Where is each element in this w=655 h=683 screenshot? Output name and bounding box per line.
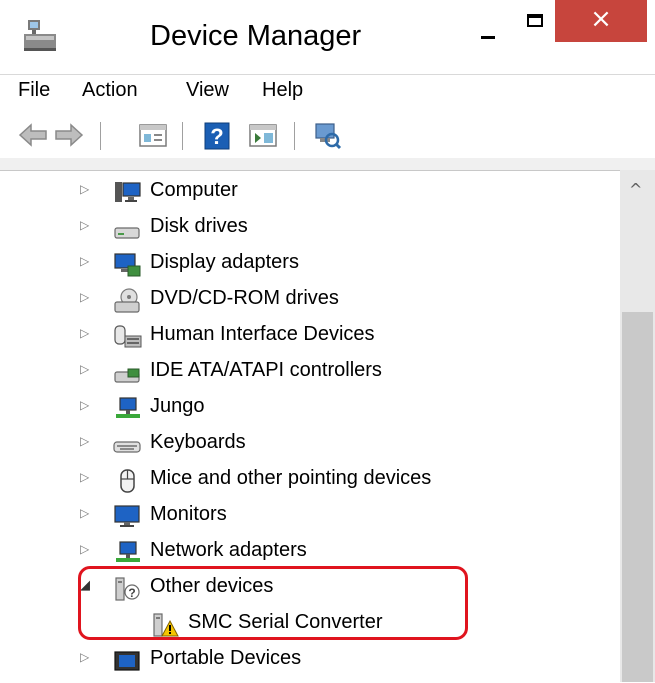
menu-help[interactable]: Help [262, 79, 303, 102]
expand-arrow-icon[interactable]: ▷ [80, 506, 89, 520]
tree-item-label: Portable Devices [150, 647, 302, 669]
expand-arrow-icon[interactable]: ▷ [80, 398, 89, 412]
tree-item-label: Jungo [150, 395, 205, 417]
show-hide-pane-icon[interactable] [248, 122, 278, 148]
tree-item-disk-drives[interactable]: ▷ Disk drives [0, 210, 560, 246]
close-icon: × [590, 4, 612, 34]
title-bar[interactable]: Device Manager × [0, 0, 655, 74]
tree-item-label: DVD/CD-ROM drives [150, 287, 339, 309]
vertical-scrollbar[interactable]: ^ [620, 170, 655, 682]
display-adapter-icon [114, 253, 141, 277]
hid-icon [114, 325, 142, 348]
tree-item-display-adapters[interactable]: ▷ Display adapters [0, 246, 560, 282]
minimize-button[interactable] [468, 8, 508, 48]
toolbar-separator [100, 122, 101, 150]
dvd-drive-icon [114, 288, 140, 313]
maximize-button[interactable] [515, 6, 559, 46]
monitor-icon [114, 505, 140, 527]
tree-item-network-adapters[interactable]: ▷ Network adapters [0, 534, 560, 570]
keyboard-icon [113, 441, 141, 453]
network-adapter-icon [116, 541, 140, 562]
expand-arrow-icon[interactable]: ▷ [80, 470, 89, 484]
expand-arrow-icon[interactable]: ▷ [80, 650, 89, 664]
device-manager-app-icon[interactable] [22, 18, 58, 54]
menu-bar: File Action View Help [0, 74, 655, 111]
menu-file[interactable]: File [18, 79, 50, 102]
expand-arrow-icon[interactable]: ▷ [80, 254, 89, 268]
computer-icon [115, 182, 141, 202]
tree-item-label: Computer [150, 179, 238, 201]
forward-arrow-icon[interactable] [54, 122, 84, 148]
tree-item-label: Display adapters [150, 251, 299, 273]
tree-item-label: Network adapters [150, 539, 307, 561]
mouse-icon [120, 469, 135, 493]
expand-arrow-icon[interactable]: ▷ [80, 182, 89, 196]
toolbar-separator [294, 122, 295, 150]
tree-item-monitors[interactable]: ▷ Monitors [0, 498, 560, 534]
back-arrow-icon[interactable] [18, 122, 48, 148]
menu-view[interactable]: View [186, 79, 229, 102]
tree-item-keyboards[interactable]: ▷ Keyboards [0, 426, 560, 462]
expand-arrow-icon[interactable]: ▷ [80, 326, 89, 340]
menu-action[interactable]: Action [82, 79, 138, 102]
scrollbar-thumb[interactable] [622, 312, 653, 682]
properties-icon[interactable] [138, 122, 168, 148]
device-manager-window: Device Manager × File Action View Help ?… [0, 0, 655, 683]
tree-item-human-interface-devices[interactable]: ▷ Human Interface Devices [0, 318, 560, 354]
tree-item-dvd-drives[interactable]: ▷ DVD/CD-ROM drives [0, 282, 560, 318]
tree-item-label: Mice and other pointing devices [150, 467, 432, 489]
tree-item-jungo[interactable]: ▷ Jungo [0, 390, 560, 426]
ide-controller-icon [114, 368, 140, 383]
scroll-up-icon[interactable]: ^ [629, 180, 642, 199]
expand-arrow-icon[interactable]: ▷ [80, 218, 89, 232]
expand-arrow-icon[interactable]: ▷ [80, 362, 89, 376]
jungo-icon [116, 397, 140, 418]
tree-item-label: IDE ATA/ATAPI controllers [150, 359, 382, 381]
portable-device-icon [114, 651, 140, 671]
annotation-highlight-box [78, 566, 468, 640]
tree-item-ide-controllers[interactable]: ▷ IDE ATA/ATAPI controllers [0, 354, 560, 390]
scan-hardware-icon[interactable] [312, 122, 342, 150]
tree-item-portable-devices[interactable]: ▷ Portable Devices [0, 642, 560, 678]
disk-drive-icon [114, 227, 140, 239]
expand-arrow-icon[interactable]: ▷ [80, 434, 89, 448]
help-icon-glyph: ? [210, 124, 223, 149]
window-title: Device Manager [150, 20, 362, 52]
tree-item-label: Human Interface Devices [150, 323, 375, 345]
help-icon[interactable]: ? [204, 122, 230, 150]
tree-item-label: Disk drives [150, 215, 248, 237]
toolbar: ? [0, 110, 655, 158]
tree-item-mice[interactable]: ▷ Mice and other pointing devices [0, 462, 560, 498]
close-button[interactable]: × [555, 0, 647, 42]
tree-item-label: Keyboards [150, 431, 246, 453]
tree-item-computer[interactable]: ▷ Computer [0, 174, 560, 210]
expand-arrow-icon[interactable]: ▷ [80, 542, 89, 556]
expand-arrow-icon[interactable]: ▷ [80, 290, 89, 304]
tree-item-label: Monitors [150, 503, 227, 525]
toolbar-separator [182, 122, 183, 150]
